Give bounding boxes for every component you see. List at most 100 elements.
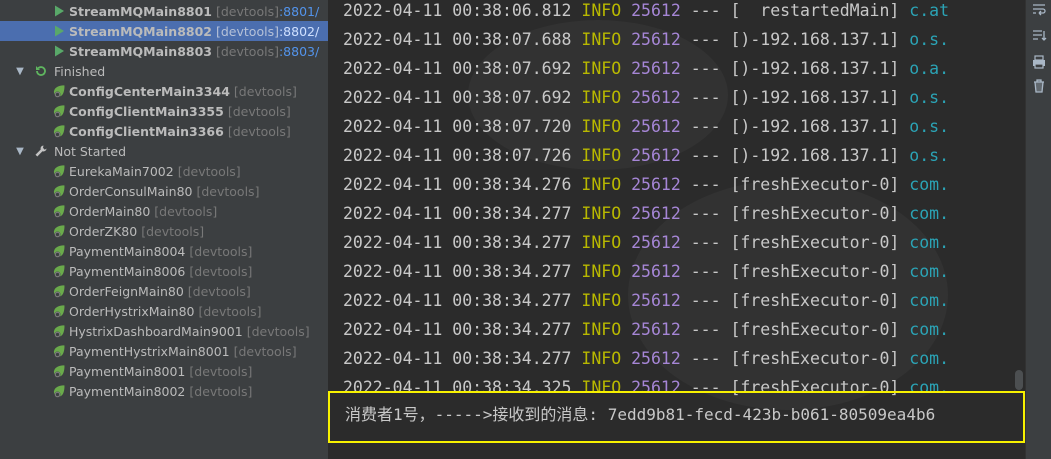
tree-item-paymentmain8004[interactable]: PaymentMain8004 [devtools] — [0, 241, 328, 261]
log-level: INFO — [581, 320, 622, 339]
log-timestamp: 2022-04-11 00:38:06.812 — [343, 1, 572, 20]
spring-boot-icon — [52, 384, 66, 398]
log-logger: o.s. — [909, 30, 950, 49]
tree-item-label: StreamMQMain8803 — [69, 43, 212, 59]
log-thread: [freshExecutor-0] — [730, 175, 900, 194]
log-timestamp: 2022-04-11 00:38:34.277 — [343, 262, 572, 281]
tree-item-orderzk80[interactable]: OrderZK80 [devtools] — [0, 221, 328, 241]
spring-boot-icon — [52, 204, 66, 218]
tree-item-label: OrderMain80 — [69, 203, 151, 219]
tree-item-label: OrderConsulMain80 — [69, 183, 193, 199]
log-level: INFO — [581, 233, 622, 252]
tree-item-label: ConfigClientMain3366 — [69, 123, 224, 139]
log-logger: com. — [909, 204, 950, 223]
log-line: 2022-04-11 00:38:07.726 INFO 25612 --- [… — [343, 141, 949, 170]
run-icon — [52, 24, 66, 38]
log-line: 2022-04-11 00:38:34.277 INFO 25612 --- [… — [343, 286, 949, 315]
tree-item-configcentermain3344[interactable]: ConfigCenterMain3344 [devtools] — [0, 81, 328, 101]
log-thread: [freshExecutor-0] — [730, 291, 900, 310]
log-thread: [freshExecutor-0] — [730, 320, 900, 339]
tree-item-port-link[interactable]: :8803/ — [279, 44, 319, 59]
log-line: 2022-04-11 00:38:34.277 INFO 25612 --- [… — [343, 199, 949, 228]
log-pid: 25612 — [631, 204, 681, 223]
tree-item-configclientmain3366[interactable]: ConfigClientMain3366 [devtools] — [0, 121, 328, 141]
log-timestamp: 2022-04-11 00:38:34.277 — [343, 320, 572, 339]
tree-item-tag: [devtools] — [216, 3, 279, 19]
spring-boot-icon — [52, 104, 66, 118]
log-line: 2022-04-11 00:38:34.277 INFO 25612 --- [… — [343, 257, 949, 286]
tree-item-label: PaymentMain8001 — [69, 363, 186, 379]
tree-item-orderconsulmain80[interactable]: OrderConsulMain80 [devtools] — [0, 181, 328, 201]
log-separator: --- — [690, 204, 721, 223]
spring-boot-icon — [52, 84, 66, 98]
log-separator: --- — [690, 320, 721, 339]
tree-item-port-link[interactable]: :8802/ — [279, 24, 319, 39]
log-timestamp: 2022-04-11 00:38:07.720 — [343, 117, 572, 136]
tree-item-label: PaymentMain8006 — [69, 263, 186, 279]
expand-arrow-icon[interactable]: ▼ — [14, 146, 26, 157]
log-logger: o.a. — [909, 59, 950, 78]
tree-item-tag: [devtools] — [189, 263, 253, 279]
scroll-to-end-icon[interactable] — [1031, 28, 1047, 44]
tree-item-tag: [devtools] — [227, 103, 291, 119]
log-logger: com. — [909, 320, 950, 339]
tree-item-tag: [devtools] — [141, 223, 205, 239]
tree-group-label: Finished — [54, 63, 106, 79]
spring-boot-icon — [52, 304, 66, 318]
clear-icon[interactable] — [1031, 78, 1047, 94]
log-separator: --- — [690, 30, 721, 49]
print-icon[interactable] — [1031, 54, 1047, 70]
tree-group-not-started[interactable]: ▼ Not Started — [0, 141, 328, 161]
tree-item-paymentmain8001[interactable]: PaymentMain8001 [devtools] — [0, 361, 328, 381]
log-timestamp: 2022-04-11 00:38:07.692 — [343, 88, 572, 107]
log-level: INFO — [581, 117, 622, 136]
log-thread: [)-192.168.137.1] — [730, 88, 900, 107]
spring-boot-icon — [52, 244, 66, 258]
console-output[interactable]: 2022-04-11 00:38:06.812 INFO 25612 --- [… — [328, 0, 1025, 459]
tree-item-tag: [devtools] — [196, 183, 260, 199]
tree-item-tag: [devtools] — [177, 163, 241, 179]
console-scrollbar-thumb[interactable] — [1015, 370, 1023, 390]
tree-item-paymenthystrixmain8001[interactable]: PaymentHystrixMain8001 [devtools] — [0, 341, 328, 361]
tree-item-streammqmain8801[interactable]: StreamMQMain8801 [devtools]:8801/ — [0, 1, 328, 21]
tree-item-streammqmain8802[interactable]: StreamMQMain8802 [devtools]:8802/ — [0, 21, 328, 41]
soft-wrap-icon[interactable] — [1031, 2, 1047, 18]
spring-boot-icon — [52, 284, 66, 298]
tree-item-label: ConfigClientMain3355 — [69, 103, 224, 119]
tree-item-tag: [devtools] — [233, 343, 297, 359]
tree-item-streammqmain8803[interactable]: StreamMQMain8803 [devtools]:8803/ — [0, 41, 328, 61]
tree-item-ordermain80[interactable]: OrderMain80 [devtools] — [0, 201, 328, 221]
log-level: INFO — [581, 204, 622, 223]
tree-item-label: OrderHystrixMain80 — [69, 303, 195, 319]
tree-item-label: EurekaMain7002 — [69, 163, 174, 179]
log-separator: --- — [690, 175, 721, 194]
log-timestamp: 2022-04-11 00:38:34.277 — [343, 204, 572, 223]
tree-group-finished[interactable]: ▼ Finished — [0, 61, 328, 81]
tree-item-orderhystrixmain80[interactable]: OrderHystrixMain80 [devtools] — [0, 301, 328, 321]
tree-item-configclientmain3355[interactable]: ConfigClientMain3355 [devtools] — [0, 101, 328, 121]
tree-item-port-link[interactable]: :8801/ — [279, 4, 319, 19]
log-thread: [)-192.168.137.1] — [730, 59, 900, 78]
expand-arrow-icon[interactable]: ▼ — [14, 66, 26, 77]
log-timestamp: 2022-04-11 00:38:34.276 — [343, 175, 572, 194]
log-level: INFO — [581, 59, 622, 78]
log-pid: 25612 — [631, 59, 681, 78]
tree-item-tag: [devtools] — [189, 243, 253, 259]
tree-item-tag: [devtools] — [227, 123, 291, 139]
log-level: INFO — [581, 30, 622, 49]
log-logger: o.s. — [909, 117, 950, 136]
log-pid: 25612 — [631, 30, 681, 49]
tree-item-eurekamain7002[interactable]: EurekaMain7002 [devtools] — [0, 161, 328, 181]
log-level: INFO — [581, 146, 622, 165]
tree-item-label: HystrixDashboardMain9001 — [69, 323, 243, 339]
tree-item-label: PaymentMain8004 — [69, 243, 186, 259]
tree-item-paymentmain8006[interactable]: PaymentMain8006 [devtools] — [0, 261, 328, 281]
run-icon — [52, 4, 66, 18]
tree-item-paymentmain8002[interactable]: PaymentMain8002 [devtools] — [0, 381, 328, 401]
tree-item-hystrixdashboardmain9001[interactable]: HystrixDashboardMain9001 [devtools] — [0, 321, 328, 341]
log-line: 2022-04-11 00:38:07.688 INFO 25612 --- [… — [343, 25, 949, 54]
log-level: INFO — [581, 175, 622, 194]
log-thread: [freshExecutor-0] — [730, 262, 900, 281]
log-pid: 25612 — [631, 88, 681, 107]
tree-item-orderfeignmain80[interactable]: OrderFeignMain80 [devtools] — [0, 281, 328, 301]
